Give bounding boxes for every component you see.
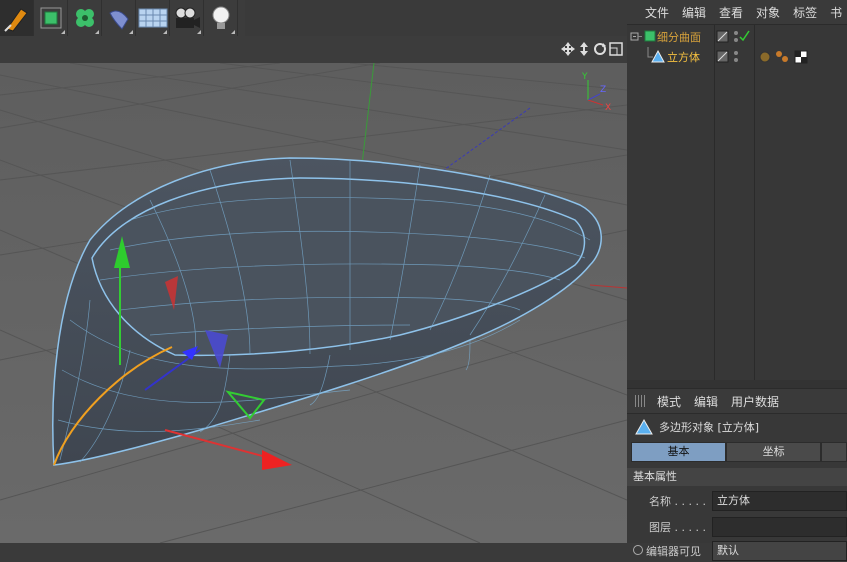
floor-icon[interactable]: [136, 0, 170, 36]
menu-bookmarks[interactable]: 书: [830, 4, 842, 21]
polygon-object-icon: [635, 418, 653, 434]
maximize-view-icon[interactable]: [609, 42, 623, 56]
radio-icon[interactable]: [633, 545, 643, 555]
field-layer: 图层 . . . . .: [627, 516, 847, 538]
pen-tool-icon[interactable]: [0, 0, 34, 36]
menu-attr-edit[interactable]: 编辑: [694, 393, 718, 410]
object-manager-menu: 文件 编辑 查看 对象 标签 书: [627, 0, 847, 25]
3d-viewport[interactable]: Y Z X: [0, 63, 627, 543]
menu-tags[interactable]: 标签: [793, 4, 817, 21]
object-list: 细分曲面 立方体: [627, 25, 847, 380]
attribute-menu: 模式 编辑 用户数据: [627, 388, 847, 414]
object-row-subdivision[interactable]: 细分曲面: [627, 27, 847, 47]
name-input[interactable]: 立方体: [712, 491, 847, 511]
menu-view[interactable]: 查看: [719, 4, 743, 21]
right-panel: 文件 编辑 查看 对象 标签 书 细分曲面 立方体 模式 编辑 用户数据 多边形…: [627, 0, 847, 561]
cube-icon[interactable]: [34, 0, 68, 36]
menu-object[interactable]: 对象: [756, 4, 780, 21]
field-name: 名称 . . . . . 立方体: [627, 490, 847, 512]
axis-z-label: Z: [600, 85, 606, 95]
object-title-text: 多边形对象 [立方体]: [659, 420, 760, 434]
section-basic-properties: 基本属性: [627, 468, 847, 486]
tree-branch-icon: [647, 47, 665, 63]
visibility-toggle-icon[interactable]: [716, 27, 756, 47]
menu-mode[interactable]: 模式: [657, 393, 681, 410]
field-name-label: 名称 . . . . .: [649, 495, 706, 508]
viewport-header: [0, 36, 627, 63]
deformer-icon[interactable]: [102, 0, 136, 36]
attribute-object-title: 多边形对象 [立方体]: [627, 414, 847, 439]
attribute-manager: 模式 编辑 用户数据 多边形对象 [立方体] 基本 坐标 基本属性 名称 . .…: [627, 388, 847, 561]
tab-coordinates[interactable]: 坐标: [726, 442, 822, 462]
viewport-scene: Y Z X: [0, 63, 627, 543]
tree-expand-icon[interactable]: [627, 27, 657, 47]
axis-y-label: Y: [581, 72, 588, 82]
menu-user-data[interactable]: 用户数据: [731, 393, 779, 410]
cube-visibility-toggle-icon[interactable]: [716, 47, 756, 67]
zoom-view-icon[interactable]: [577, 42, 591, 56]
rotate-view-icon[interactable]: [593, 42, 607, 56]
tag-debug-icon[interactable]: [759, 51, 771, 63]
camera-icon[interactable]: [170, 0, 204, 36]
menu-edit[interactable]: 编辑: [682, 4, 706, 21]
attribute-grip-icon[interactable]: [635, 395, 647, 407]
tab-more[interactable]: [821, 442, 847, 462]
move-view-icon[interactable]: [561, 42, 575, 56]
tag-point-icon[interactable]: [776, 51, 782, 57]
object-name-cube[interactable]: 立方体: [667, 49, 700, 65]
editor-visible-text: 编辑器可见: [646, 545, 701, 558]
field-editor-visible-label: 编辑器可见: [627, 543, 712, 559]
field-editor-visible: 编辑器可见 默认: [627, 540, 847, 562]
cube-tags[interactable]: [757, 47, 817, 67]
menu-file[interactable]: 文件: [645, 4, 669, 21]
object-row-cube[interactable]: 立方体: [627, 47, 847, 67]
field-layer-label: 图层 . . . . .: [649, 521, 706, 534]
toolbar-empty-area: [245, 0, 627, 36]
light-icon[interactable]: [204, 0, 238, 36]
editor-visible-select[interactable]: 默认: [712, 541, 847, 561]
layer-input[interactable]: [712, 517, 847, 537]
cloner-icon[interactable]: [68, 0, 102, 36]
tab-basic[interactable]: 基本: [631, 442, 727, 462]
object-name-subdivision[interactable]: 细分曲面: [657, 29, 701, 45]
main-toolbar: [0, 0, 245, 37]
attribute-tabs: 基本 坐标: [631, 442, 847, 462]
axis-x-label: X: [605, 103, 611, 113]
